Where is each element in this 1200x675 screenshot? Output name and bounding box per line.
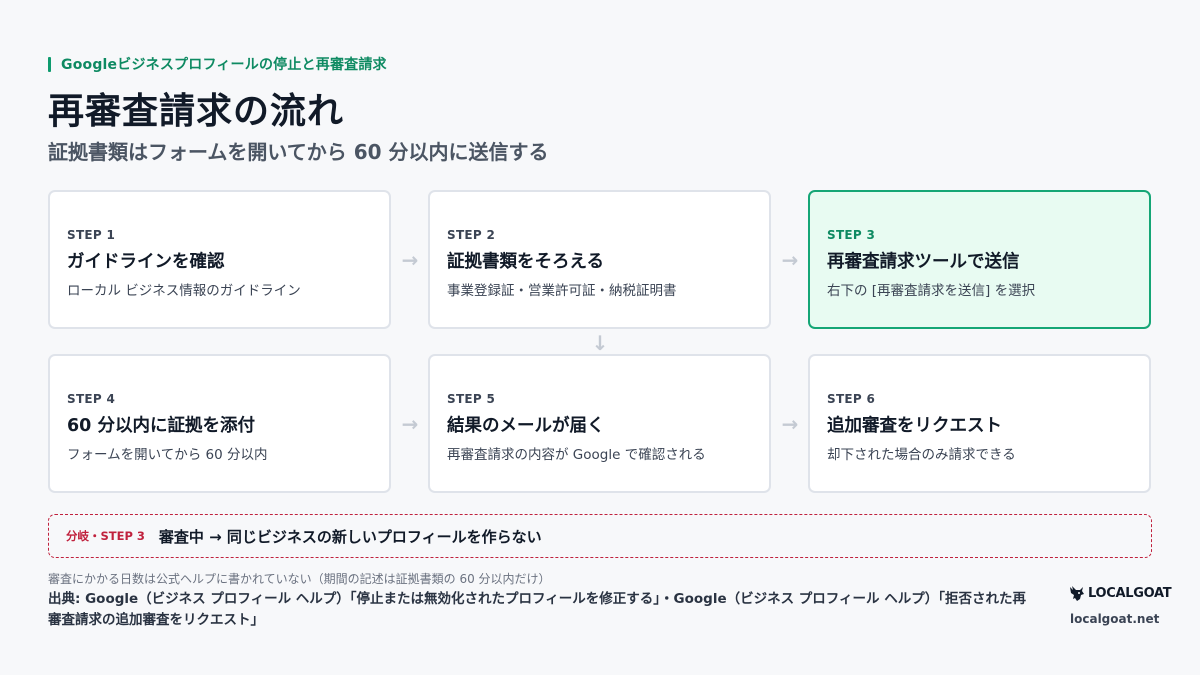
step-card-4: STEP 4 60 分以内に証拠を添付 フォームを開いてから 60 分以内 — [48, 354, 391, 493]
source-citation: 出典: Google（ビジネス プロフィール ヘルプ）「停止または無効化されたプ… — [48, 591, 1026, 628]
step-label: STEP 2 — [447, 228, 496, 242]
step-title: 証拠書類をそろえる — [447, 252, 604, 272]
eyebrow: Googleビジネスプロフィールの停止と再審査請求 — [48, 54, 387, 74]
branch-text: 審査中 → 同じビジネスの新しいプロフィールを作らない — [158, 527, 542, 546]
step-label: STEP 1 — [67, 228, 116, 242]
goat-logo-icon — [1070, 586, 1084, 601]
step-description: 再審査請求の内容が Google で確認される — [447, 447, 706, 463]
step-description: 却下された場合のみ請求できる — [827, 447, 1016, 463]
step-card-6: STEP 6 追加審査をリクエスト 却下された場合のみ請求できる — [808, 354, 1151, 493]
logo-url: localgoat.net — [1070, 612, 1160, 626]
page-subtitle: 証拠書類はフォームを開いてから 60 分以内に送信する — [48, 140, 549, 164]
eyebrow-text: Googleビジネスプロフィールの停止と再審査請求 — [61, 57, 387, 73]
arrow-right-icon: → — [401, 248, 419, 272]
step-card-3: STEP 3 再審査請求ツールで送信 右下の [再審査請求を送信] を選択 — [808, 190, 1151, 329]
step-label: STEP 5 — [447, 392, 496, 406]
step-label: STEP 6 — [827, 392, 876, 406]
arrow-down-icon: ↓ — [591, 331, 609, 355]
step-description: ローカル ビジネス情報のガイドライン — [67, 283, 301, 299]
branch-warning: 分岐・STEP 3 審査中 → 同じビジネスの新しいプロフィールを作らない — [48, 514, 1152, 558]
step-title: 追加審査をリクエスト — [827, 416, 1002, 436]
step-title: 60 分以内に証拠を添付 — [67, 416, 255, 436]
arrow-right-icon: → — [401, 412, 419, 436]
branch-label: 分岐・STEP 3 — [66, 529, 145, 543]
step-description: 右下の [再審査請求を送信] を選択 — [827, 283, 1036, 299]
step-title: ガイドラインを確認 — [67, 252, 225, 272]
step-description: 事業登録証・営業許可証・納税証明書 — [447, 283, 677, 299]
step-card-5: STEP 5 結果のメールが届く 再審査請求の内容が Google で確認される — [428, 354, 771, 493]
logo: LOCALGOAT — [1068, 584, 1172, 602]
footnote: 審査にかかる日数は公式ヘルプに書かれていない（期間の記述は証拠書類の 60 分以… — [48, 572, 551, 586]
arrow-right-icon: → — [781, 412, 799, 436]
step-description: フォームを開いてから 60 分以内 — [67, 447, 268, 463]
arrow-right-icon: → — [781, 248, 799, 272]
step-label: STEP 3 — [827, 228, 876, 242]
logo-text: LOCALGOAT — [1088, 585, 1172, 601]
eyebrow-bar — [48, 56, 51, 72]
step-card-2: STEP 2 証拠書類をそろえる 事業登録証・営業許可証・納税証明書 — [428, 190, 771, 329]
step-title: 再審査請求ツールで送信 — [827, 252, 1020, 272]
step-label: STEP 4 — [67, 392, 116, 406]
page-title: 再審査請求の流れ — [48, 91, 345, 132]
step-title: 結果のメールが届く — [447, 416, 605, 436]
step-card-1: STEP 1 ガイドラインを確認 ローカル ビジネス情報のガイドライン — [48, 190, 391, 329]
